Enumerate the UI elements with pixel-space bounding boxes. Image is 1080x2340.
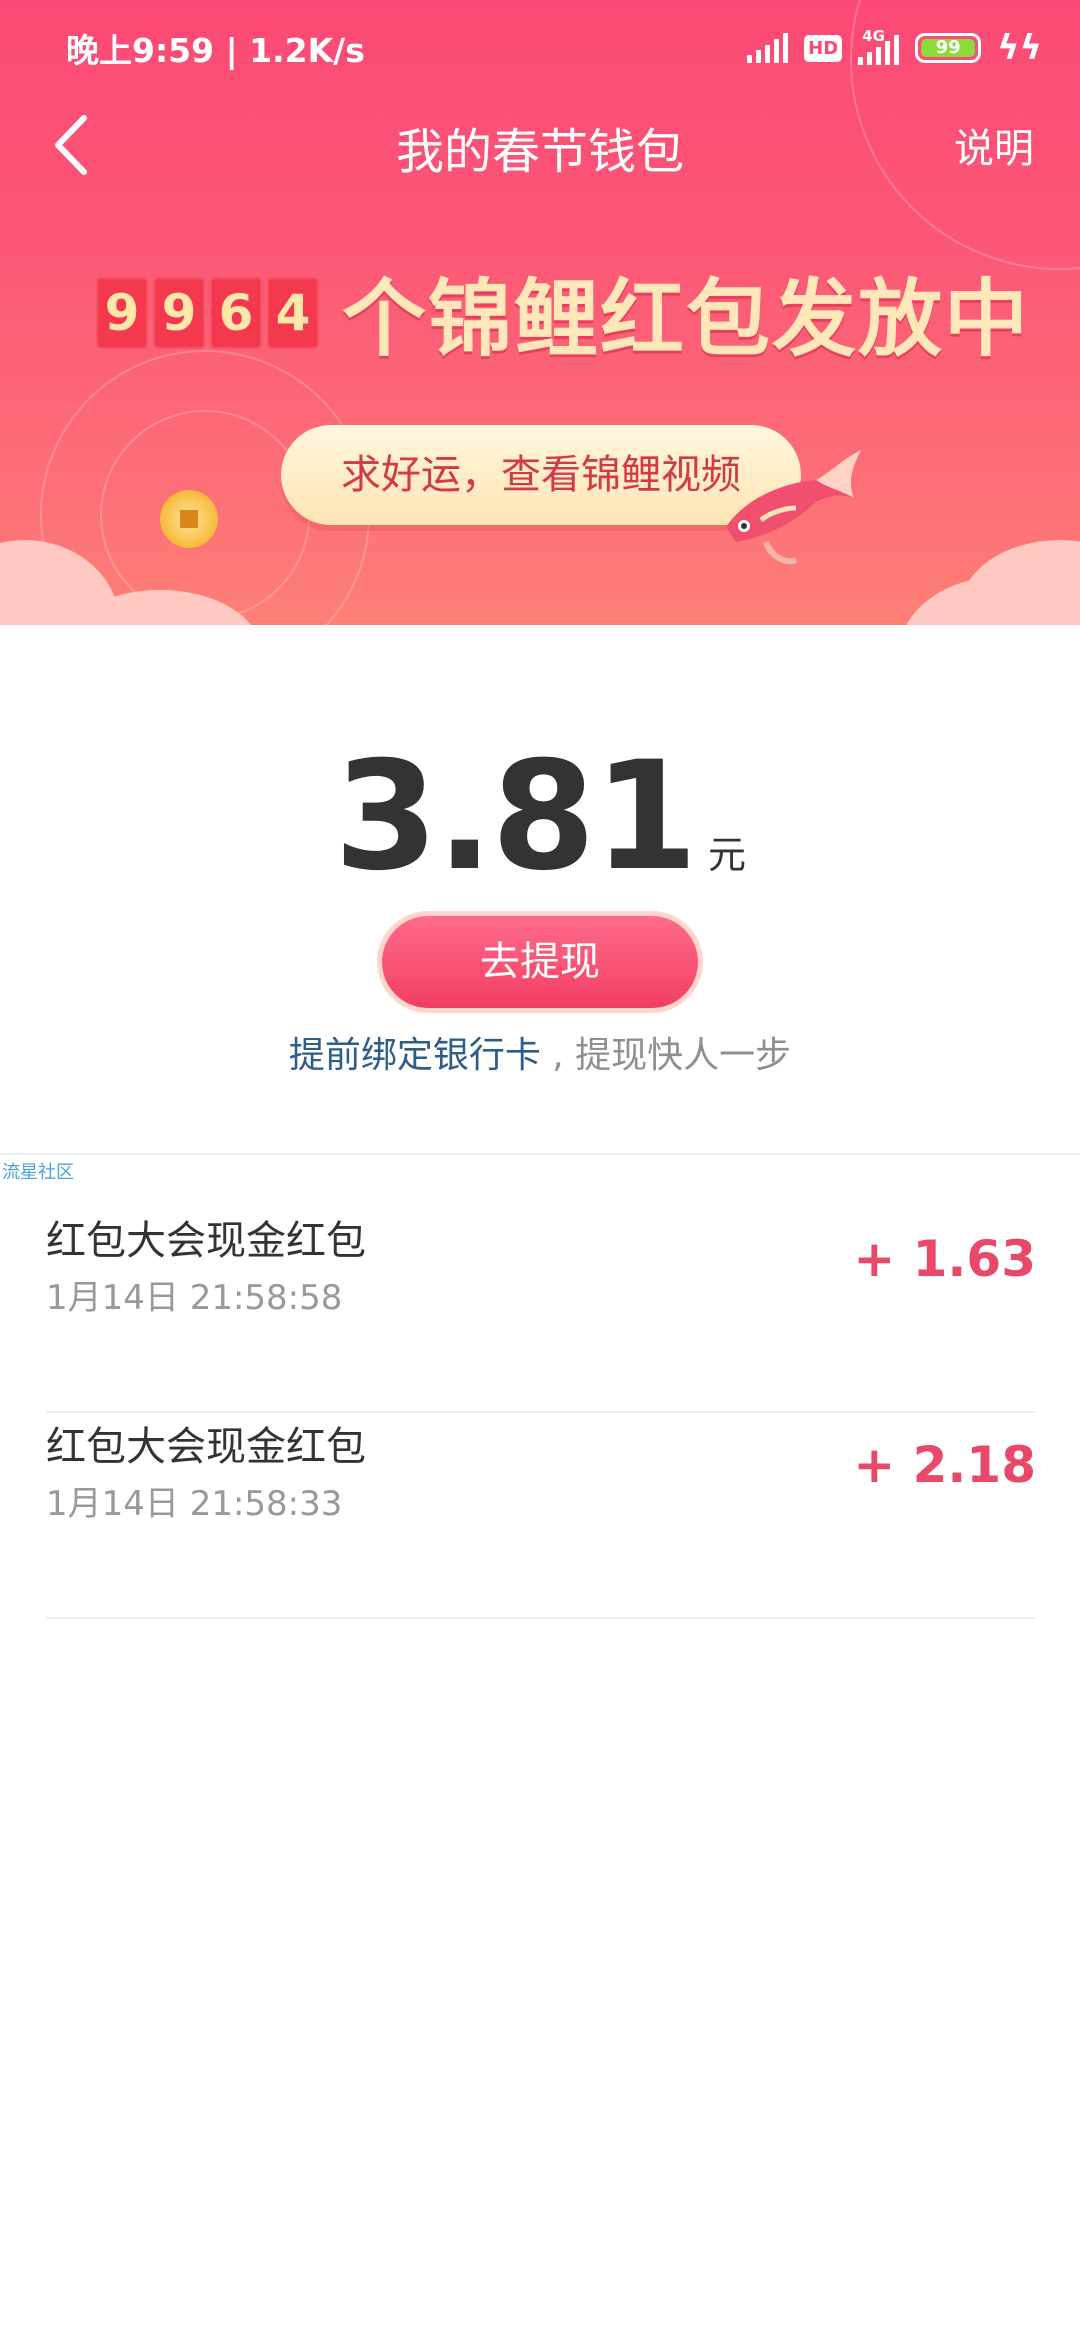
record-title: 红包大会现金红包 <box>46 1218 366 1264</box>
page-title: 我的春节钱包 <box>395 124 684 180</box>
list-item[interactable]: 红包大会现金红包 1月14日 21:58:58 + 1.63 <box>46 1208 1036 1413</box>
record-time: 1月14日 21:58:58 <box>46 1278 343 1318</box>
row-divider <box>46 1617 1036 1619</box>
watermark: 流星社区 <box>2 1162 74 1183</box>
koi-fish-icon <box>726 450 861 564</box>
counter-caption: 个锦鲤红包发放中 <box>342 270 1031 368</box>
section-divider <box>0 1153 1080 1155</box>
bind-card-hint: 提前绑定银行卡 , 提现快人一步 <box>0 1026 1080 1078</box>
status-time: 晚上9:59 | 1.2K/s <box>66 31 365 70</box>
coin-icon <box>160 490 218 548</box>
hd-badge: HD <box>804 34 843 62</box>
network-label: 4G <box>862 27 885 45</box>
network-4g-icon: 4G <box>858 27 900 65</box>
bolt-icon: ϟϟ <box>997 28 1042 68</box>
list-item[interactable]: 红包大会现金红包 1月14日 21:58:33 + 2.18 <box>46 1414 1036 1619</box>
battery-level: 99 <box>935 37 961 58</box>
signal-icon <box>747 33 789 63</box>
row-divider <box>46 1411 1036 1413</box>
counter-digit: 9 <box>153 276 205 349</box>
status-icons: HD 4G 99 ϟϟ <box>747 27 1042 68</box>
koi-counter: 9 9 6 4 个锦鲤红包发放中 <box>96 252 1030 373</box>
status-bar: 晚上9:59 | 1.2K/s HD 4G 99 ϟϟ <box>0 0 1080 96</box>
cloud-decor <box>960 540 1080 625</box>
battery-icon: 99 <box>915 33 982 63</box>
counter-digit: 9 <box>96 276 148 349</box>
record-title: 红包大会现金红包 <box>46 1424 366 1470</box>
wallet-page: 晚上9:59 | 1.2K/s HD 4G 99 ϟϟ 我的春节钱包 说明 9 … <box>0 0 1080 2340</box>
counter-digit: 6 <box>210 276 262 349</box>
header-banner: 晚上9:59 | 1.2K/s HD 4G 99 ϟϟ 我的春节钱包 说明 9 … <box>0 0 1080 625</box>
withdraw-button[interactable]: 去提现 <box>382 916 698 1008</box>
explain-button[interactable]: 说明 <box>954 116 1034 174</box>
record-amount: + 1.63 <box>853 1230 1036 1288</box>
bind-card-link[interactable]: 提前绑定银行卡 <box>289 1035 541 1076</box>
bind-card-hint-text: , 提现快人一步 <box>540 1035 792 1076</box>
record-time: 1月14日 21:58:33 <box>46 1484 343 1524</box>
record-amount: + 2.18 <box>853 1436 1036 1494</box>
balance: 3.81 元 <box>0 730 1080 904</box>
balance-unit: 元 <box>708 833 747 877</box>
balance-amount: 3.81 <box>333 730 698 904</box>
counter-digit: 4 <box>267 276 319 349</box>
